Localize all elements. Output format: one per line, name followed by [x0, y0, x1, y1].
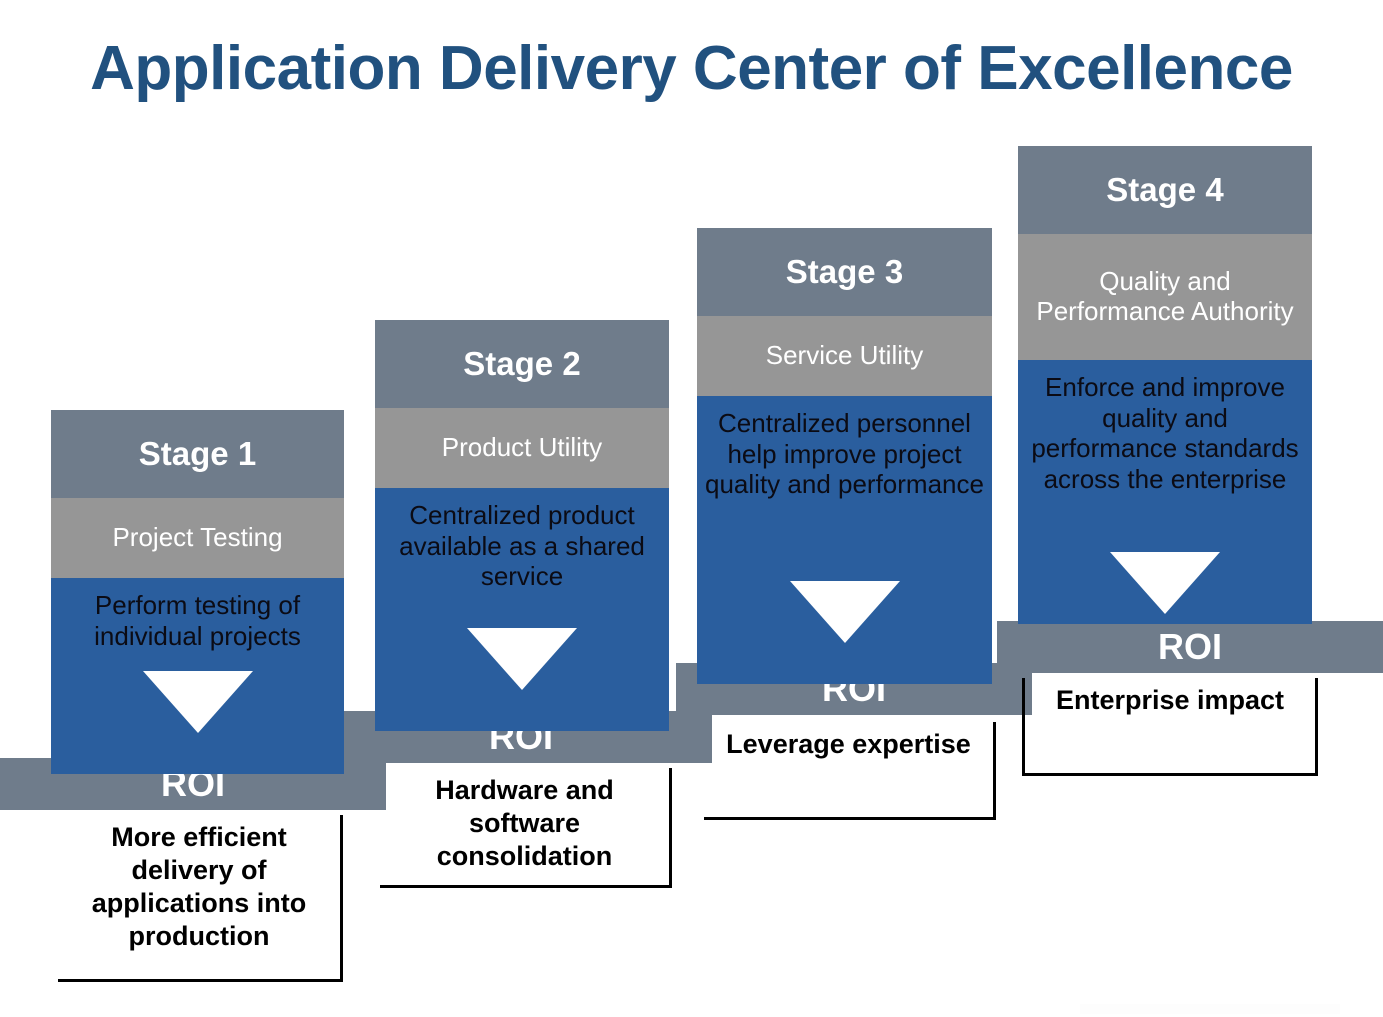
stage-3-body: Centralized personnel help improve proje…: [697, 396, 992, 684]
down-arrow-icon-stage-2: [467, 628, 577, 690]
stage-2-subtitle: Product Utility: [375, 408, 669, 488]
stage-3-body-text: Centralized personnel help improve proje…: [705, 408, 984, 500]
callout-stage-4: Enterprise impact: [1022, 678, 1318, 776]
stage-4-body-text: Enforce and improve quality and performa…: [1031, 372, 1299, 495]
stage-column-1[interactable]: Stage 1 Project Testing Perform testing …: [51, 410, 344, 774]
callout-stage-1: More efficient delivery of applications …: [58, 815, 343, 982]
stage-column-4[interactable]: Stage 4 Quality and Performance Authorit…: [1018, 146, 1312, 624]
stage-4-subtitle: Quality and Performance Authority: [1018, 234, 1312, 360]
stage-3-subtitle: Service Utility: [697, 316, 992, 396]
stage-column-2[interactable]: Stage 2 Product Utility Centralized prod…: [375, 320, 669, 731]
callout-stage-3: Leverage expertise: [704, 722, 996, 820]
maturity-staircase-diagram: ROI ROI ROI ROI Stage 1 Project Testing …: [0, 0, 1383, 1017]
callout-stage-3-text: Leverage expertise: [726, 729, 971, 759]
roi-label-stage-4: ROI: [1157, 626, 1222, 667]
stage-4-header: Stage 4: [1018, 146, 1312, 234]
stage-2-header: Stage 2: [375, 320, 669, 408]
stage-2-body-text: Centralized product available as a share…: [399, 500, 645, 592]
down-arrow-icon-stage-3: [789, 581, 900, 643]
stage-1-body-text: Perform testing of individual projects: [94, 590, 301, 651]
stage-column-3[interactable]: Stage 3 Service Utility Centralized pers…: [697, 228, 992, 684]
down-arrow-icon-stage-1: [142, 671, 253, 733]
roi-bar-stage-4: ROI: [997, 621, 1383, 673]
down-arrow-icon-stage-4: [1110, 552, 1220, 614]
callout-stage-1-text: More efficient delivery of applications …: [91, 822, 307, 951]
footer-watermark: [1080, 1004, 1340, 1014]
stage-2-body: Centralized product available as a share…: [375, 488, 669, 731]
stage-1-header: Stage 1: [51, 410, 344, 498]
callout-stage-4-text: Enterprise impact: [1055, 685, 1285, 715]
stage-3-header: Stage 3: [697, 228, 992, 316]
callout-stage-2-text: Hardware and software consolidation: [435, 775, 614, 871]
callout-stage-2: Hardware and software consolidation: [380, 768, 672, 888]
stage-4-body: Enforce and improve quality and performa…: [1018, 360, 1312, 624]
stage-1-body: Perform testing of individual projects: [51, 578, 344, 774]
stage-1-subtitle: Project Testing: [51, 498, 344, 578]
